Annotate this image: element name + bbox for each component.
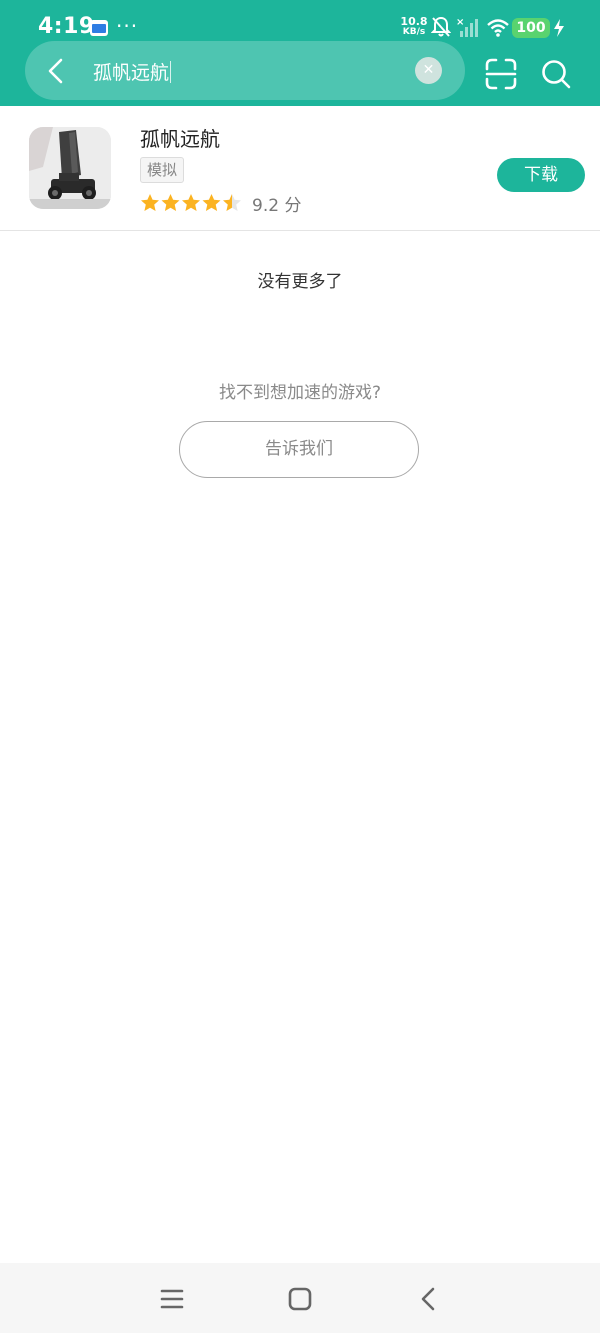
menu-icon[interactable] bbox=[159, 1286, 185, 1312]
game-result-item[interactable]: 孤帆远航 模拟 9.2 分 下载 bbox=[0, 106, 600, 230]
star-icon bbox=[202, 194, 221, 211]
star-icon bbox=[182, 194, 200, 211]
star-icon bbox=[223, 194, 241, 211]
svg-text:×: × bbox=[456, 17, 464, 28]
scan-icon[interactable] bbox=[484, 57, 518, 91]
clear-button[interactable]: ✕ bbox=[415, 57, 442, 84]
battery-level: 100 bbox=[512, 18, 550, 38]
calendar-app-icon bbox=[90, 20, 108, 36]
system-navigation-bar bbox=[0, 1263, 600, 1333]
search-icon[interactable] bbox=[540, 58, 572, 90]
back-icon[interactable] bbox=[416, 1286, 442, 1312]
more-notifications-icon: ··· bbox=[116, 14, 139, 38]
star-icon bbox=[141, 194, 159, 211]
cant-find-game-text: 找不到想加速的游戏? bbox=[218, 383, 382, 403]
download-button[interactable]: 下载 bbox=[497, 158, 585, 192]
game-cover-art bbox=[29, 127, 111, 209]
game-title[interactable]: 孤帆远航 bbox=[140, 123, 220, 152]
star-icon bbox=[161, 194, 180, 211]
network-speed-unit: KB/s bbox=[402, 27, 426, 37]
search-query: 孤帆远航 bbox=[93, 62, 170, 84]
bell-muted-icon bbox=[431, 16, 451, 37]
game-category-tag: 模拟 bbox=[140, 157, 185, 183]
text-caret bbox=[170, 61, 172, 83]
no-more-results-text: 没有更多了 bbox=[257, 272, 343, 292]
home-square-icon[interactable] bbox=[287, 1286, 313, 1312]
star-rating bbox=[141, 194, 241, 211]
search-bar[interactable] bbox=[25, 41, 465, 100]
tell-us-button[interactable]: 告诉我们 bbox=[179, 421, 419, 478]
divider bbox=[0, 230, 600, 231]
app-screen: 4:19 ··· 10.8 KB/s × 100 孤帆远航 ✕ 孤帆远航 模拟 … bbox=[0, 0, 600, 1333]
wifi-icon bbox=[487, 19, 509, 37]
back-arrow-icon[interactable] bbox=[40, 56, 70, 86]
search-input[interactable]: 孤帆远航 bbox=[93, 58, 172, 85]
status-time: 4:19 bbox=[38, 14, 95, 39]
clear-icon: ✕ bbox=[422, 62, 435, 78]
rating-score: 9.2 分 bbox=[252, 196, 302, 216]
charging-icon bbox=[554, 19, 564, 37]
game-cover-image bbox=[29, 127, 111, 209]
cell-signal-off-icon: × bbox=[456, 17, 478, 37]
network-speed: 10.8 KB/s bbox=[400, 16, 428, 38]
network-speed-value: 10.8 bbox=[400, 15, 428, 28]
